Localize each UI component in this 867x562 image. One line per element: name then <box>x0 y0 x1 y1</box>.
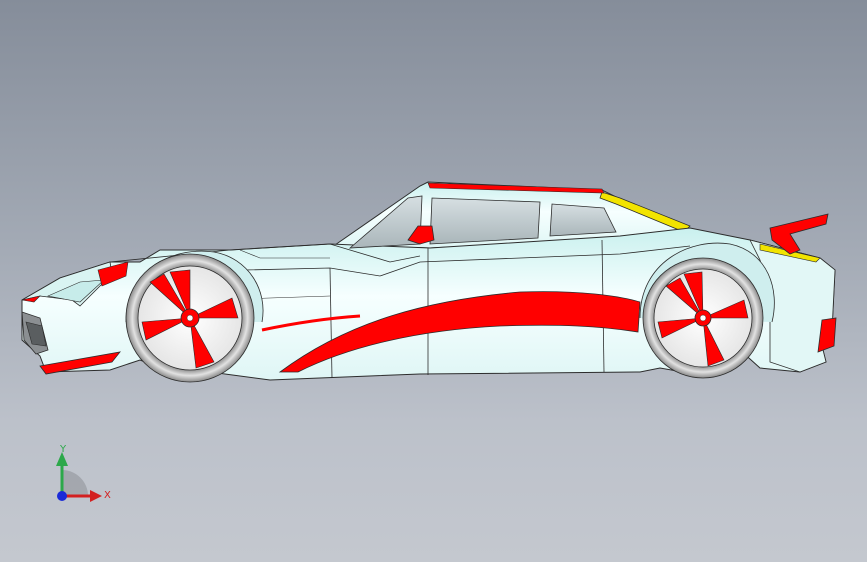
rear-wheel <box>642 257 764 379</box>
y-axis-label: Y <box>59 444 67 455</box>
graphics-viewport[interactable]: Y X <box>0 0 867 562</box>
car-model[interactable] <box>0 0 867 562</box>
x-axis-label: X <box>104 490 111 501</box>
front-wheel <box>125 253 255 383</box>
axis-triad: Y X <box>56 444 111 502</box>
z-axis-dot <box>57 491 67 501</box>
